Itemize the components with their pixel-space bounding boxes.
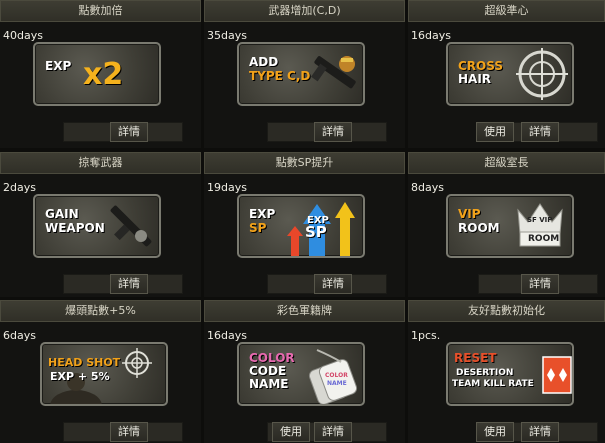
tile-label-add: ADD [249, 55, 279, 69]
tile-label-teamkill: TEAM KILL RATE [452, 379, 534, 389]
item-card-headshot: 爆頭點數+5% 6days HEAD SHOT EXP + 5% 詳情 [0, 300, 201, 443]
item-duration: 1pcs. [411, 329, 441, 342]
tile-label-desertion: DESERTION [456, 368, 514, 378]
card-title: 超級室長 [408, 152, 605, 174]
item-duration: 16days [207, 329, 247, 342]
crosshair-icon [516, 48, 568, 100]
tile-label-type: TYPE C,D [249, 69, 311, 83]
tile-label-name: NAME [249, 377, 289, 391]
tile-label-exp: EXP [249, 207, 276, 221]
card-title: 掠奪武器 [0, 152, 201, 174]
item-tile[interactable]: COLOR CODE NAME COLOR NAME [237, 342, 365, 406]
item-card-vip-room: 超級室長 8days VIP ROOM SF VIP ROOM 詳情 [408, 152, 605, 297]
card-title: 彩色軍籍牌 [204, 300, 405, 322]
badge-label-color: COLOR [325, 372, 348, 379]
item-duration: 16days [411, 29, 451, 42]
item-duration: 8days [411, 181, 444, 194]
item-card-gain-weapon: 掠奪武器 2days GAIN WEAPON 詳情 [0, 152, 201, 297]
detail-button[interactable]: 詳情 [521, 422, 559, 442]
tile-label-room: ROOM [458, 221, 500, 235]
detail-button[interactable]: 詳情 [110, 274, 148, 294]
diamond-icon [542, 356, 572, 394]
item-duration: 40days [3, 29, 43, 42]
item-tile[interactable]: HEAD SHOT EXP + 5% [40, 342, 168, 406]
tile-label-vip: VIP [458, 207, 481, 221]
use-button[interactable]: 使用 [272, 422, 310, 442]
detail-button[interactable]: 詳情 [521, 274, 559, 294]
item-card-exp-x2: 點數加倍 40days EXP x2 詳情 [0, 0, 201, 148]
tile-label-weapon: WEAPON [45, 221, 105, 235]
item-tile[interactable]: CROSS HAIR [446, 42, 574, 106]
badge-label-room: ROOM [528, 234, 560, 244]
item-card-exp-sp: 點數SP提升 19days EXP SP EXP SP 詳情 [204, 152, 405, 297]
badge-label-name: NAME [327, 380, 347, 387]
item-card-reset: 友好點數初始化 1pcs. RESET DESERTION TEAM KILL … [408, 300, 605, 443]
card-title: 武器增加(C,D) [204, 0, 405, 22]
tile-label-exp5: EXP + 5% [50, 370, 110, 383]
gun-icon [311, 56, 356, 89]
tile-label-sp: SP [249, 221, 267, 235]
item-card-color-name: 彩色軍籍牌 16days COLOR CODE NAME COLOR NAME … [204, 300, 405, 443]
detail-button[interactable]: 詳情 [314, 122, 352, 142]
badge-label-sp: SP [305, 223, 327, 241]
item-tile[interactable]: ADD TYPE C,D [237, 42, 365, 106]
tile-label-reset: RESET [454, 351, 497, 365]
detail-button[interactable]: 詳情 [110, 422, 148, 442]
use-button[interactable]: 使用 [476, 422, 514, 442]
item-tile[interactable]: EXP SP EXP SP [237, 194, 365, 258]
gun-icon [110, 205, 152, 247]
tile-label-x2: x2 [83, 57, 124, 92]
tile-label-gain: GAIN [45, 207, 79, 221]
item-duration: 19days [207, 181, 247, 194]
crosshair-icon [122, 348, 152, 378]
item-tile[interactable]: EXP x2 [33, 42, 161, 106]
tile-label-hair: HAIR [458, 72, 492, 86]
card-title: 點數加倍 [0, 0, 201, 22]
item-tile[interactable]: RESET DESERTION TEAM KILL RATE [446, 342, 574, 406]
item-inventory-grid: 點數加倍 40days EXP x2 詳情 武器增加(C,D) 35days A… [0, 0, 605, 443]
card-title: 友好點數初始化 [408, 300, 605, 322]
item-tile[interactable]: VIP ROOM SF VIP ROOM [446, 194, 574, 258]
use-button[interactable]: 使用 [476, 122, 514, 142]
item-duration: 2days [3, 181, 36, 194]
tile-label-exp: EXP [45, 59, 72, 73]
detail-button[interactable]: 詳情 [314, 274, 352, 294]
item-duration: 35days [207, 29, 247, 42]
detail-button[interactable]: 詳情 [110, 122, 148, 142]
item-card-add-weapon: 武器增加(C,D) 35days ADD TYPE C,D 詳情 [204, 0, 405, 148]
item-tile[interactable]: GAIN WEAPON [33, 194, 161, 258]
tile-label-headshot: HEAD SHOT [48, 356, 121, 369]
detail-button[interactable]: 詳情 [314, 422, 352, 442]
card-title: 爆頭點數+5% [0, 300, 201, 322]
detail-button[interactable]: 詳情 [521, 122, 559, 142]
item-card-crosshair: 超級準心 16days CROSS HAIR 使用 詳情 [408, 0, 605, 148]
card-title: 點數SP提升 [204, 152, 405, 174]
card-title: 超級準心 [408, 0, 605, 22]
badge-label-sfvip: SF VIP [527, 216, 553, 224]
item-duration: 6days [3, 329, 36, 342]
